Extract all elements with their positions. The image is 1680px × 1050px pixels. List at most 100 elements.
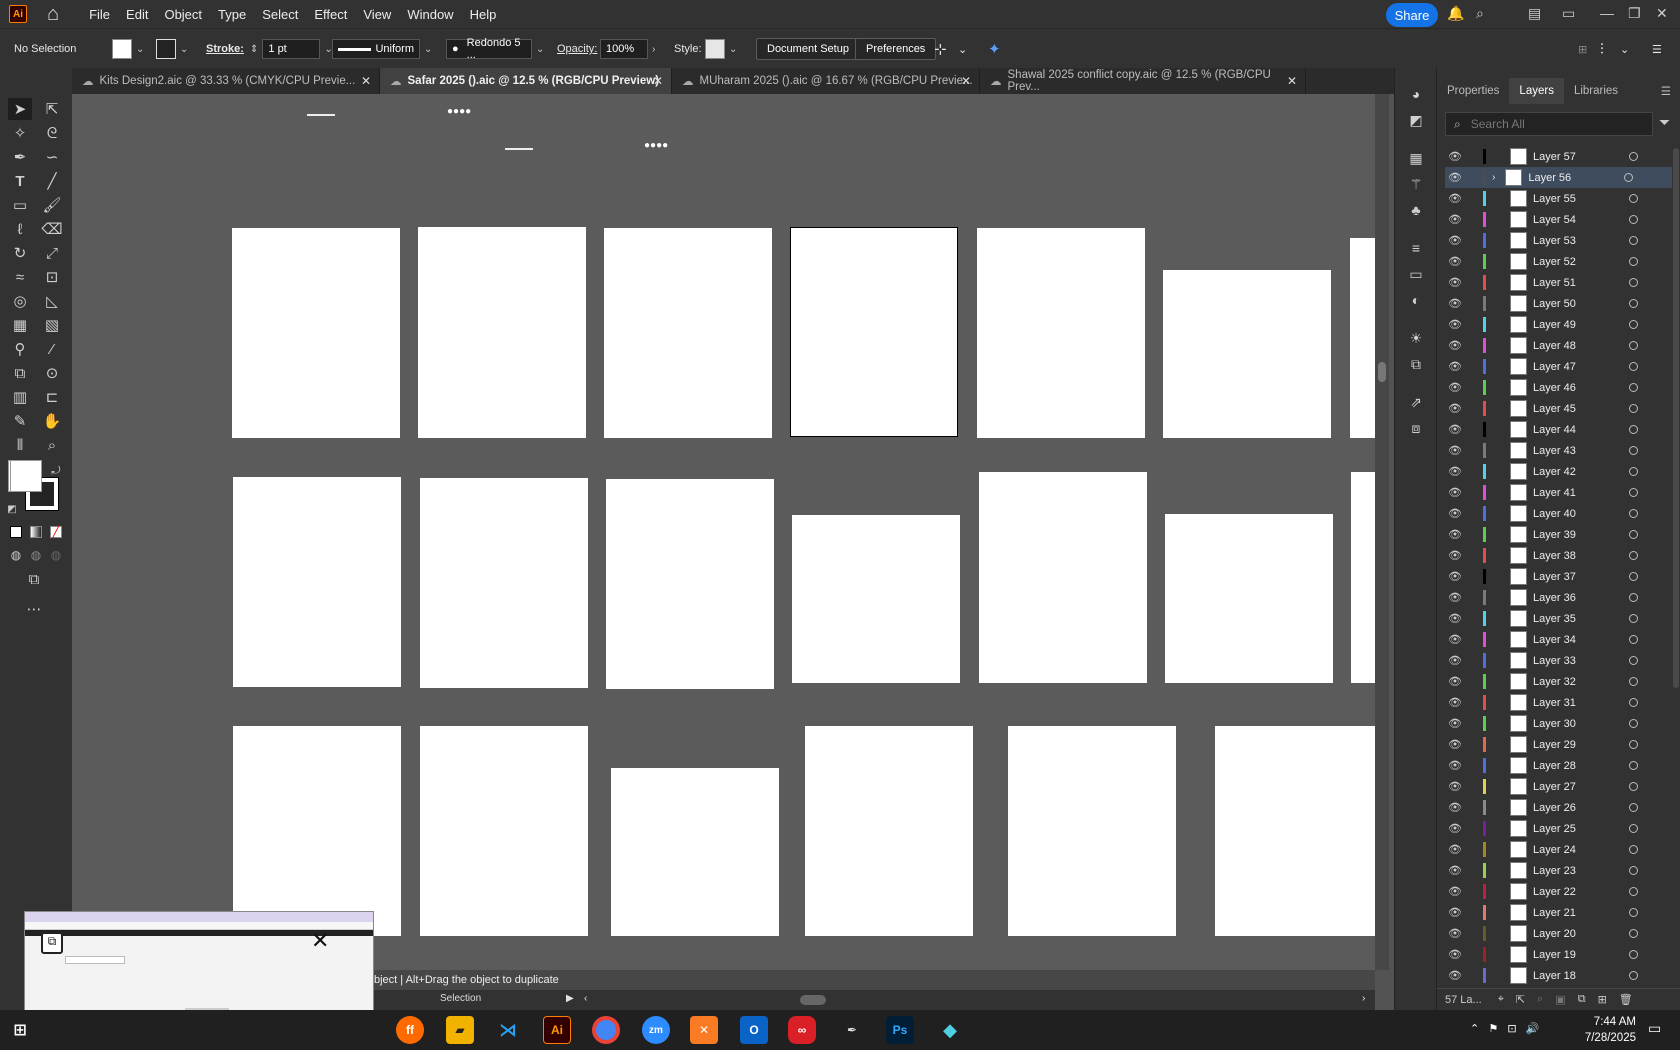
visibility-eye-icon[interactable]: 👁 <box>1445 612 1465 625</box>
close-icon[interactable]: ✕ <box>361 74 371 88</box>
scroll-thumb[interactable] <box>1378 362 1386 382</box>
stroke-icon[interactable]: ≡ <box>1406 238 1426 258</box>
visibility-eye-icon[interactable]: 👁 <box>1445 969 1465 982</box>
menu-icon[interactable]: ☰ <box>1652 38 1662 60</box>
xampp-icon[interactable]: ✕ <box>690 1016 718 1044</box>
bell-icon[interactable]: 🔔 <box>1447 5 1464 22</box>
visibility-eye-icon[interactable]: 👁 <box>1445 717 1465 730</box>
tab-kits-design2[interactable]: ☁ Kits Design2.aic @ 33.33 % (CMYK/CPU Pr… <box>72 68 380 94</box>
tab-properties[interactable]: Properties <box>1437 78 1509 104</box>
visibility-eye-icon[interactable]: 👁 <box>1445 528 1465 541</box>
target-circle-icon[interactable] <box>1629 929 1638 938</box>
artboard[interactable] <box>792 515 960 683</box>
color-icon[interactable]: ◕ <box>1406 84 1426 104</box>
document-setup-button[interactable]: Document Setup <box>756 38 860 60</box>
visibility-eye-icon[interactable]: 👁 <box>1445 654 1465 667</box>
tab-libraries[interactable]: Libraries <box>1564 78 1628 104</box>
stroke-weight-input[interactable]: 1 pt <box>262 39 321 59</box>
creative-cloud-icon[interactable]: ∞ <box>788 1016 816 1044</box>
blend-tool-icon[interactable]: ⧉ <box>8 362 32 384</box>
clipping-mask-icon[interactable]: ▣ <box>1555 993 1565 1006</box>
new-sublayer-icon[interactable]: ⧉ <box>1578 993 1586 1006</box>
layer-row[interactable]: 👁 Layer 28 <box>1445 755 1672 776</box>
layer-name[interactable]: Layer 52 <box>1533 256 1619 268</box>
menu-edit[interactable]: Edit <box>118 7 156 22</box>
search-icon[interactable]: ⌕ <box>1537 993 1543 1006</box>
target-circle-icon[interactable] <box>1629 677 1638 686</box>
target-circle-icon[interactable] <box>1629 614 1638 623</box>
tab-muharam-2025[interactable]: ☁ MUharam 2025 ().aic @ 16.67 % (RGB/CPU … <box>672 68 980 94</box>
layer-row[interactable]: 👁 Layer 27 <box>1445 776 1672 797</box>
transparency-icon[interactable]: ◐ <box>1406 290 1426 310</box>
visibility-eye-icon[interactable]: 👁 <box>1445 549 1465 562</box>
hand-tool-icon[interactable]: ✋ <box>40 410 64 432</box>
visibility-eye-icon[interactable]: 👁 <box>1445 150 1465 163</box>
layer-row[interactable]: 👁 Layer 26 <box>1445 797 1672 818</box>
visibility-eye-icon[interactable]: 👁 <box>1445 927 1465 940</box>
visibility-eye-icon[interactable]: 👁 <box>1445 423 1465 436</box>
export-selection-icon[interactable]: ⇱ <box>1516 993 1525 1006</box>
play-icon[interactable]: ▶ <box>566 993 574 1004</box>
target-circle-icon[interactable] <box>1629 908 1638 917</box>
stroke-swatch[interactable] <box>156 39 176 59</box>
layer-row[interactable]: 👁 Layer 39 <box>1445 524 1672 545</box>
artboard[interactable] <box>1351 472 1375 683</box>
layer-row[interactable]: 👁 Layer 29 <box>1445 734 1672 755</box>
slice-tool-icon[interactable]: ✎ <box>8 410 32 432</box>
rotate-tool-icon[interactable]: ↻ <box>8 242 32 264</box>
delete-icon[interactable]: 🗑 <box>1619 993 1633 1006</box>
close-icon[interactable]: ✕ <box>653 74 663 88</box>
chevron-right-icon[interactable]: › <box>652 44 655 55</box>
opacity-label[interactable]: Opacity: <box>557 38 597 60</box>
filter-icon[interactable]: ⏷ <box>1659 114 1670 131</box>
file-explorer-icon[interactable]: ▰ <box>446 1016 474 1044</box>
fill-color-front-icon[interactable] <box>10 460 42 492</box>
system-tray-icons[interactable]: ⌃ ⚑ ⊡ 🔊 <box>1470 1022 1540 1035</box>
layer-name[interactable]: Layer 38 <box>1533 550 1619 562</box>
gradient-tool-icon[interactable]: ▧ <box>40 314 64 336</box>
menu-view[interactable]: View <box>355 7 399 22</box>
target-circle-icon[interactable] <box>1624 173 1634 182</box>
outlook-icon[interactable]: O <box>740 1016 768 1044</box>
target-circle-icon[interactable] <box>1629 362 1638 371</box>
direct-selection-tool-icon[interactable]: ⇱ <box>40 98 64 120</box>
layer-row[interactable]: 👁 Layer 52 <box>1445 251 1672 272</box>
menu-effect[interactable]: Effect <box>306 7 355 22</box>
style-swatch[interactable] <box>705 39 725 59</box>
layer-row[interactable]: 👁 Layer 53 <box>1445 230 1672 251</box>
menu-help[interactable]: Help <box>462 7 505 22</box>
panel-menu-icon[interactable]: ☰ <box>1651 78 1680 104</box>
target-circle-icon[interactable] <box>1629 320 1638 329</box>
close-icon[interactable]: ✕ <box>961 74 971 88</box>
restore-icon[interactable]: ❐ <box>1628 5 1641 22</box>
artboard[interactable] <box>606 479 774 689</box>
symbols-icon[interactable]: ♣ <box>1406 200 1426 220</box>
layer-name[interactable]: Layer 19 <box>1533 949 1619 961</box>
visibility-eye-icon[interactable]: 👁 <box>1445 171 1465 184</box>
menu-type[interactable]: Type <box>210 7 254 22</box>
layer-row[interactable]: 👁 Layer 49 <box>1445 314 1672 335</box>
layer-row[interactable]: 👁 Layer 31 <box>1445 692 1672 713</box>
tab-safar-2025[interactable]: ☁ Safar 2025 ().aic @ 12.5 % (RGB/CPU Pre… <box>380 68 672 94</box>
curvature-tool-icon[interactable]: ∽ <box>40 146 64 168</box>
layer-name[interactable]: Layer 33 <box>1533 655 1619 667</box>
visibility-eye-icon[interactable]: 👁 <box>1445 465 1465 478</box>
target-circle-icon[interactable] <box>1629 299 1638 308</box>
menu-window[interactable]: Window <box>399 7 461 22</box>
layer-name[interactable]: Layer 46 <box>1533 382 1619 394</box>
shape-builder-tool-icon[interactable]: ◎ <box>8 290 32 312</box>
target-circle-icon[interactable] <box>1629 740 1638 749</box>
target-circle-icon[interactable] <box>1629 257 1638 266</box>
target-circle-icon[interactable] <box>1629 404 1638 413</box>
layer-row[interactable]: 👁 Layer 45 <box>1445 398 1672 419</box>
locate-object-icon[interactable]: ⌖ <box>1498 993 1504 1006</box>
target-circle-icon[interactable] <box>1629 152 1638 161</box>
swatches-icon[interactable]: ▦ <box>1406 148 1426 168</box>
target-circle-icon[interactable] <box>1629 761 1638 770</box>
vscode-icon[interactable]: ⋊ <box>494 1016 522 1044</box>
app-icon[interactable]: ◆ <box>936 1016 964 1044</box>
layer-row[interactable]: 👁 Layer 42 <box>1445 461 1672 482</box>
symbol-sprayer-tool-icon[interactable]: ⊙ <box>40 362 64 384</box>
visibility-eye-icon[interactable]: 👁 <box>1445 297 1465 310</box>
status-tool-name[interactable]: Selection <box>440 993 481 1004</box>
